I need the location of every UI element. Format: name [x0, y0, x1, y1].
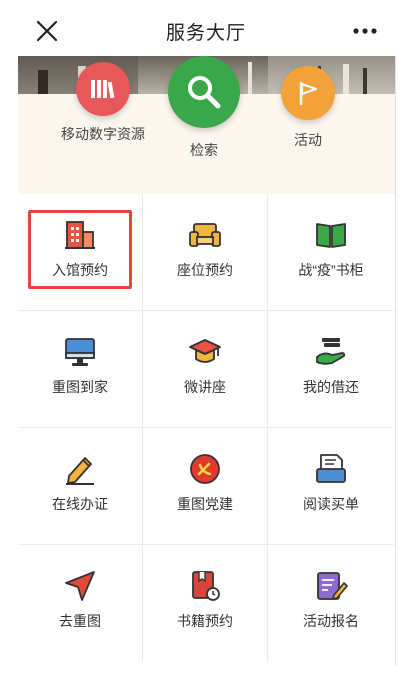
- service-label: 入馆预约: [52, 262, 108, 278]
- service-party-building[interactable]: 重图党建: [143, 428, 268, 545]
- book-clock-icon: [188, 569, 222, 603]
- service-label: 活动报名: [303, 613, 359, 629]
- hero-item-activities[interactable]: 活动: [278, 66, 338, 150]
- service-label: 战“疫”书柜: [298, 262, 364, 278]
- sofa-icon: [188, 218, 222, 252]
- hand-give-icon: [314, 335, 348, 369]
- building-icon: [63, 218, 97, 252]
- more-icon[interactable]: [352, 20, 378, 42]
- service-fight-epidemic-bookshelf[interactable]: 战“疫”书柜: [268, 194, 394, 311]
- service-book-reservation[interactable]: 书籍预约: [143, 545, 268, 662]
- hero-item-digital-resources[interactable]: 移动数字资源: [59, 62, 147, 144]
- pencil-icon: [63, 452, 97, 486]
- signup-form-icon: [314, 569, 348, 603]
- page-title: 服务大厅: [165, 22, 246, 44]
- service-online-card[interactable]: 在线办证: [18, 428, 143, 545]
- hero-banner: 移动数字资源 检索 活动: [18, 56, 396, 194]
- flag-icon: [281, 66, 335, 120]
- receipt-icon: [314, 452, 348, 486]
- service-mini-lecture[interactable]: 微讲座: [143, 311, 268, 428]
- hero-item-label: 活动: [294, 132, 322, 148]
- top-bar: 服务大厅: [0, 0, 412, 62]
- graduation-cap-icon: [188, 335, 222, 369]
- service-my-borrowing[interactable]: 我的借还: [268, 311, 394, 428]
- hero-item-label: 检索: [190, 142, 218, 158]
- service-grid: 入馆预约 座位预约 战“疫”书柜 重图到家 微讲座 我的借还 在线办证 重图党建…: [18, 194, 394, 662]
- search-icon: [168, 56, 240, 128]
- navigate-arrow-icon: [63, 569, 97, 603]
- service-label: 重图党建: [177, 496, 233, 512]
- divider: [395, 56, 396, 666]
- service-activity-signup[interactable]: 活动报名: [268, 545, 394, 662]
- service-label: 去重图: [59, 613, 101, 629]
- service-label: 我的借还: [303, 379, 359, 395]
- hero-item-search[interactable]: 检索: [167, 56, 241, 160]
- service-seat-booking[interactable]: 座位预约: [143, 194, 268, 311]
- service-label: 微讲座: [184, 379, 226, 395]
- monitor-icon: [63, 335, 97, 369]
- service-label: 座位预约: [177, 262, 233, 278]
- service-admission-booking[interactable]: 入馆预约: [18, 194, 143, 311]
- service-reading-pay[interactable]: 阅读买单: [268, 428, 394, 545]
- service-library-to-home[interactable]: 重图到家: [18, 311, 143, 428]
- service-label: 在线办证: [52, 496, 108, 512]
- service-label: 重图到家: [52, 379, 108, 395]
- service-label: 阅读买单: [303, 496, 359, 512]
- close-icon[interactable]: [34, 18, 60, 44]
- party-emblem-icon: [188, 452, 222, 486]
- service-label: 书籍预约: [177, 613, 233, 629]
- books-icon: [76, 62, 130, 116]
- hero-item-label: 移动数字资源: [61, 126, 145, 142]
- service-go-to-library[interactable]: 去重图: [18, 545, 143, 662]
- open-book-icon: [314, 218, 348, 252]
